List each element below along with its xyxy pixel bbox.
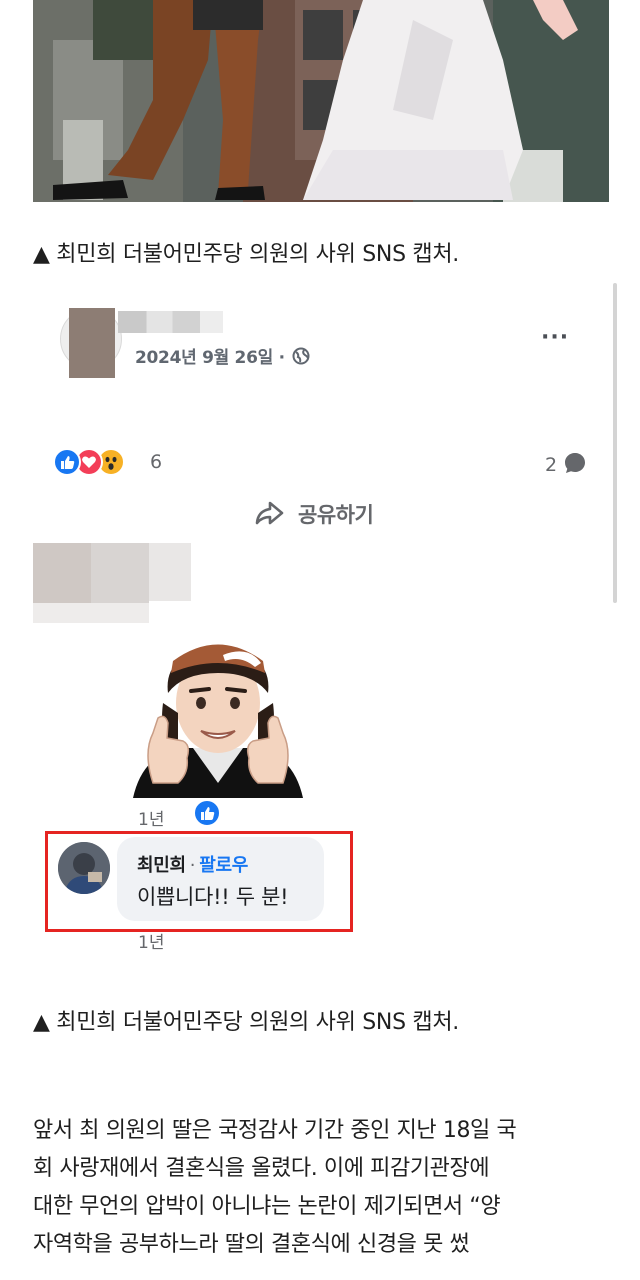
- commenter-mosaic-4: [33, 603, 149, 623]
- comment-count-value: 2: [545, 454, 558, 476]
- share-button[interactable]: [253, 496, 287, 530]
- like-reaction-icon: [53, 448, 81, 476]
- commenter-mosaic-2: [91, 543, 149, 603]
- thumbs-up-sticker: [123, 633, 313, 798]
- share-arrow-icon: [255, 501, 284, 525]
- reaction-count[interactable]: 6: [150, 451, 162, 473]
- wedding-photo-image: [33, 0, 609, 202]
- sticker-timestamp: 1년: [138, 810, 165, 830]
- comment-highlight-box: [45, 831, 353, 932]
- post-date-text: 2024년 9월 26일 ·: [135, 348, 285, 368]
- post-date: 2024년 9월 26일 ·: [135, 343, 310, 370]
- comment-bubble-icon: [565, 453, 586, 473]
- article-line: 앞서 최 의원의 딸은 국정감사 기간 중인 지난 18일 국: [33, 1118, 517, 1143]
- article-body: 앞서 최 의원의 딸은 국정감사 기간 중인 지난 18일 국 회 사랑재에서 …: [33, 1112, 623, 1264]
- poster-name-mosaic: [118, 311, 223, 333]
- wedding-photo: [33, 0, 609, 202]
- photo-caption: ▲ 최민희 더불어민주당 의원의 사위 SNS 캡처.: [33, 242, 459, 267]
- comment-count[interactable]: 2: [545, 451, 587, 476]
- scrollbar[interactable]: [613, 283, 617, 603]
- sticker-like-icon: [193, 799, 221, 827]
- article-line: 자역학을 공부하느라 딸의 결혼식에 신경을 못 썼: [33, 1232, 470, 1257]
- article-line: 회 사랑재에서 결혼식을 올렸다. 이에 피감기관장에: [33, 1156, 490, 1181]
- commenter-mosaic: [33, 543, 91, 603]
- commenter-mosaic-3: [149, 543, 191, 601]
- more-options-button[interactable]: ···: [541, 325, 569, 350]
- share-label[interactable]: 공유하기: [298, 499, 374, 529]
- globe-icon: [292, 347, 310, 370]
- photo-caption-2: ▲ 최민희 더불어민주당 의원의 사위 SNS 캡처.: [33, 1010, 459, 1035]
- article-line: 대한 무언의 압박이 아니냐는 논란이 제기되면서 “양: [33, 1194, 501, 1219]
- poster-avatar-mosaic: [69, 308, 115, 378]
